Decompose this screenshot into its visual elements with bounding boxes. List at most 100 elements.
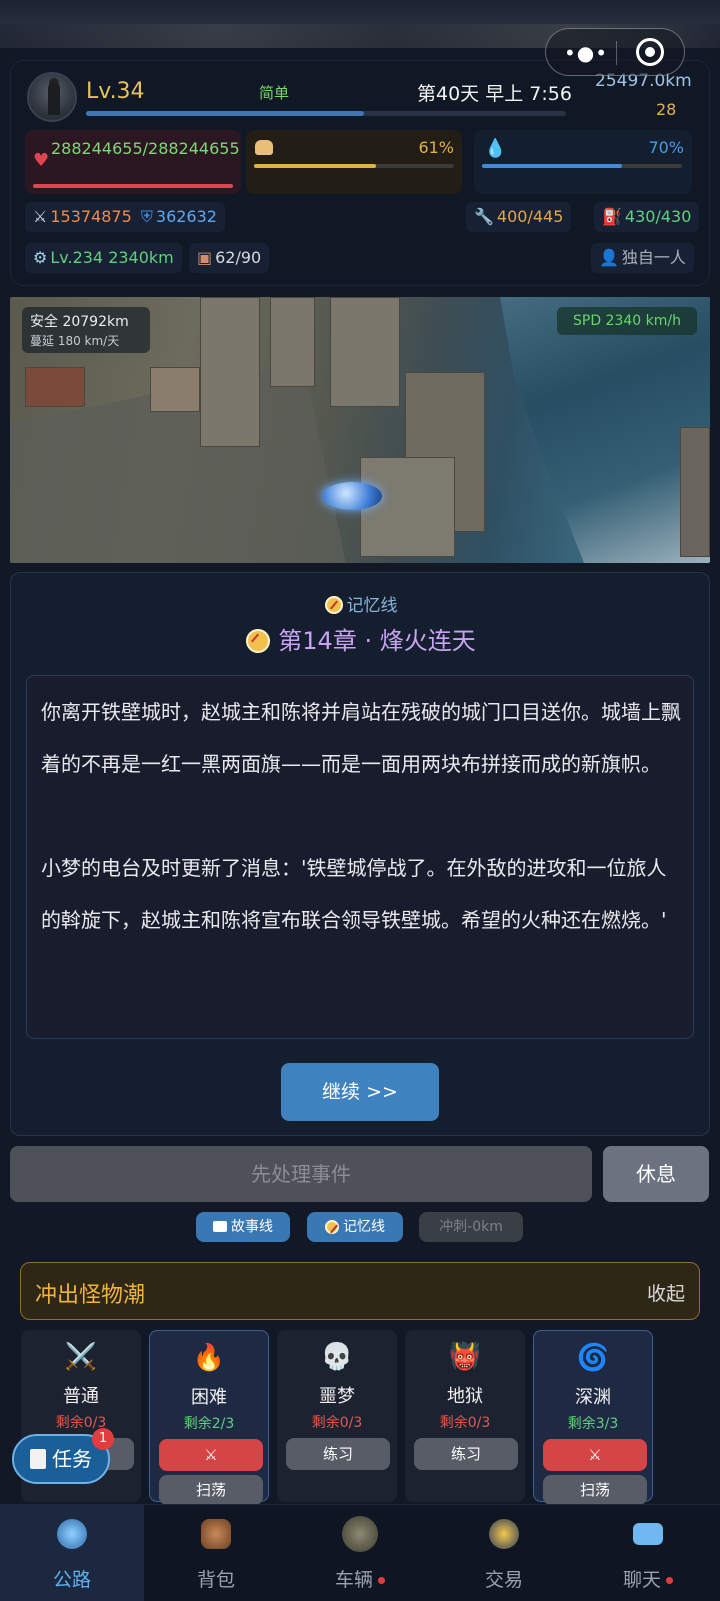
remaining-count: 剩余3/3 bbox=[567, 1416, 619, 1432]
story-line-button[interactable]: 故事线 bbox=[196, 1212, 290, 1242]
trade-icon bbox=[489, 1519, 519, 1549]
practice-button[interactable]: 练习 bbox=[286, 1438, 390, 1470]
memory-line-button[interactable]: 记忆线 bbox=[307, 1212, 403, 1242]
backpack-icon bbox=[201, 1519, 231, 1549]
story-text: 你离开铁壁城时，赵城主和陈将并肩站在残破的城门口目送你。城墙上飘着的不再是一红一… bbox=[41, 700, 681, 932]
bottom-nav: 公路 背包 车辆 交易 聊天 bbox=[0, 1504, 720, 1601]
more-icon[interactable]: •●• bbox=[564, 41, 608, 65]
companion-chip[interactable]: 👤 独自一人 bbox=[591, 243, 694, 273]
person-icon: 👤 bbox=[599, 248, 619, 267]
nav-label: 公路 bbox=[52, 1569, 91, 1591]
vehicle-nav-icon bbox=[342, 1516, 378, 1552]
water-box: 💧 70% bbox=[474, 130, 692, 194]
player-level: Lv.34 bbox=[86, 79, 145, 104]
nav-chat[interactable]: 聊天 bbox=[576, 1505, 720, 1601]
fire-icon: 🔥 bbox=[192, 1343, 226, 1373]
nav-label: 车辆 bbox=[288, 1565, 432, 1592]
difficulty-name: 普通 bbox=[63, 1386, 99, 1407]
player-avatar[interactable] bbox=[27, 72, 77, 122]
nav-vehicle[interactable]: 车辆 bbox=[288, 1505, 432, 1601]
nav-label: 聊天 bbox=[576, 1565, 720, 1592]
difficulty-card-hard[interactable]: 🔥 困难 剩余2/3 ⚔ 扫荡 bbox=[149, 1330, 269, 1505]
clipboard-icon bbox=[30, 1449, 46, 1469]
dash-button[interactable]: 冲刺-0km bbox=[419, 1212, 523, 1242]
remaining-count: 剩余2/3 bbox=[183, 1416, 235, 1432]
difficulty-name: 地狱 bbox=[447, 1386, 483, 1407]
food-box: 61% bbox=[246, 130, 462, 194]
sweep-button[interactable]: 扫荡 bbox=[159, 1475, 263, 1505]
difficulty-card-abyss[interactable]: 🌀 深渊 剩余3/3 ⚔ 扫荡 bbox=[533, 1330, 653, 1505]
speed-tag: SPD 2340 km/h bbox=[557, 307, 697, 335]
sword-icon: ⚔ bbox=[33, 207, 48, 226]
water-bar bbox=[482, 164, 682, 168]
hp-bar bbox=[33, 184, 233, 188]
hp-value: 288244655/288244655 bbox=[51, 139, 240, 158]
compass-icon bbox=[324, 596, 343, 614]
monster-wave-title: 冲出怪物潮 bbox=[35, 1283, 146, 1308]
tool-value: 400/445 bbox=[496, 207, 564, 226]
close-miniprogram-icon[interactable] bbox=[636, 38, 664, 66]
safe-distance: 安全 20792km bbox=[30, 314, 129, 330]
cargo-chip: ▣ 62/90 bbox=[189, 243, 270, 273]
vehicle-icon[interactable] bbox=[322, 482, 382, 510]
sweep-button[interactable]: 扫荡 bbox=[543, 1475, 647, 1505]
story-panel: 记忆线 第14章 · 烽火连天 你离开铁壁城时，赵城主和陈将并肩站在残破的城门口… bbox=[10, 572, 710, 1136]
crate-icon: ▣ bbox=[197, 248, 213, 267]
collapse-button[interactable]: 收起 bbox=[647, 1279, 685, 1306]
nav-label: 交易 bbox=[484, 1569, 523, 1591]
nav-backpack[interactable]: 背包 bbox=[144, 1505, 288, 1601]
difficulty-label: 简单 bbox=[259, 84, 290, 102]
crossed-swords-icon: ⚔️ bbox=[64, 1342, 98, 1372]
attack-value: 15374875 bbox=[50, 207, 132, 226]
fight-button[interactable]: ⚔ bbox=[543, 1439, 647, 1471]
food-bar bbox=[254, 164, 454, 168]
fuel-chip: ⛽ 430/430 bbox=[594, 202, 700, 232]
engine-icon: ⚙ bbox=[33, 248, 48, 267]
shield-icon: ⛨ bbox=[140, 207, 153, 226]
oni-mask-icon: 👹 bbox=[448, 1342, 482, 1372]
story-text-box[interactable]: 你离开铁壁城时，赵城主和陈将并肩站在残破的城门口目送你。城墙上飘着的不再是一红一… bbox=[26, 675, 694, 1039]
nav-road[interactable]: 公路 bbox=[0, 1505, 144, 1601]
notification-dot bbox=[378, 1577, 385, 1584]
combat-stats-chip: ⚔ 15374875 ⛨ 362632 bbox=[25, 202, 225, 232]
water-percent: 70% bbox=[648, 138, 684, 157]
engine-chip: ⚙ Lv.234 2340km bbox=[25, 243, 182, 273]
engine-value: Lv.234 2340km bbox=[50, 248, 174, 267]
fuel-value: 430/430 bbox=[624, 207, 692, 226]
nav-trade[interactable]: 交易 bbox=[432, 1505, 576, 1601]
spread-rate: 蔓延 180 km/天 bbox=[30, 334, 120, 348]
cargo-value: 62/90 bbox=[215, 248, 262, 267]
compass-icon bbox=[246, 629, 271, 653]
miniprogram-capsule[interactable]: •●• bbox=[545, 28, 685, 76]
chapter-title: 第14章 · 烽火连天 bbox=[11, 621, 711, 656]
skull-icon: 💀 bbox=[320, 1342, 354, 1372]
water-drop-icon: 💧 bbox=[484, 138, 507, 159]
food-percent: 61% bbox=[418, 138, 454, 157]
companion-value: 独自一人 bbox=[621, 248, 686, 267]
day-time: 第40天 早上 7:56 bbox=[417, 83, 572, 105]
fight-button[interactable]: ⚔ bbox=[159, 1439, 263, 1471]
bread-icon bbox=[255, 140, 273, 155]
continue-button[interactable]: 继续 >> bbox=[281, 1063, 439, 1121]
tool-chip: 🔧 400/445 bbox=[466, 202, 572, 232]
nav-label: 背包 bbox=[196, 1569, 235, 1591]
status-panel: Lv.34 简单 第40天 早上 7:56 25497.0km 28 ♥ 288… bbox=[10, 60, 710, 286]
wrench-icon: 🔧 bbox=[474, 207, 494, 226]
difficulty-name: 深渊 bbox=[575, 1387, 611, 1408]
practice-button[interactable]: 练习 bbox=[414, 1438, 518, 1470]
compass-icon bbox=[325, 1220, 339, 1234]
remaining-count: 剩余0/3 bbox=[439, 1415, 491, 1431]
road-scene-image: 安全 20792km 蔓延 180 km/天 SPD 2340 km/h bbox=[10, 297, 710, 563]
hp-box: ♥ 288244655/288244655 bbox=[25, 130, 241, 194]
difficulty-card-hell[interactable]: 👹 地狱 剩余0/3 练习 bbox=[405, 1330, 525, 1502]
xp-bar bbox=[86, 111, 566, 116]
book-icon bbox=[213, 1221, 227, 1232]
handle-event-button[interactable]: 先处理事件 bbox=[10, 1146, 592, 1202]
rest-button[interactable]: 休息 bbox=[603, 1146, 709, 1202]
monster-wave-header: 冲出怪物潮 收起 bbox=[20, 1262, 700, 1320]
remaining-count: 剩余0/3 bbox=[311, 1415, 363, 1431]
task-badge: 1 bbox=[92, 1428, 114, 1450]
heart-icon: ♥ bbox=[33, 150, 50, 171]
safe-distance-tag: 安全 20792km 蔓延 180 km/天 bbox=[22, 307, 150, 353]
difficulty-card-nightmare[interactable]: 💀 噩梦 剩余0/3 练习 bbox=[277, 1330, 397, 1502]
